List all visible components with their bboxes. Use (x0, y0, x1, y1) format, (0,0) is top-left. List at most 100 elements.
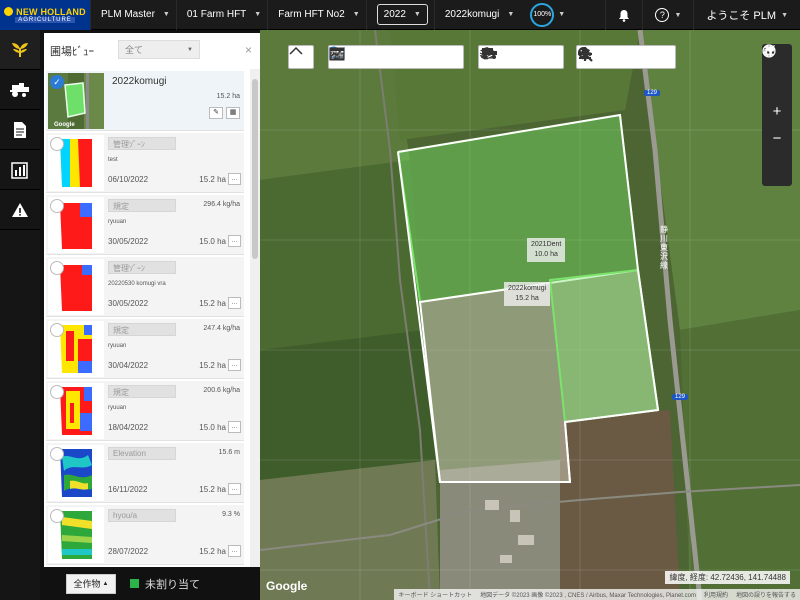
zoom-dropdown[interactable]: 100% ▼ (530, 2, 566, 27)
user-label: ようこそ PLM (706, 10, 777, 22)
field-label-2022komugi[interactable]: 2022komugi 15.2 ha (504, 282, 551, 306)
crop-dropdown[interactable]: 2022komugi ▼ (433, 0, 520, 30)
list-item[interactable]: 規定 296.4 kg/ha ryuuan 30/05/2022 15.0 ha… (46, 195, 244, 255)
list-item[interactable]: ✓ Google 2022komugi 15.2 ha ✎ ▦ (46, 71, 244, 131)
item-elevation: 15.6 m (218, 449, 240, 456)
report-error-link[interactable]: 地図の誤りを報告する (736, 590, 796, 599)
organization-dropdown[interactable]: PLM Master ▼ (90, 0, 176, 30)
google-logo: Google (266, 579, 308, 593)
item-date: 28/07/2022 (108, 547, 149, 556)
settings-gear-icon[interactable] (579, 46, 625, 68)
item-sub: test (108, 157, 118, 163)
machine-icon[interactable] (482, 46, 551, 68)
checkbox-icon[interactable] (50, 323, 64, 337)
more-button[interactable]: ... (228, 235, 241, 247)
list-item[interactable]: 管理ｿﾞｰﾝ test 06/10/2022 15.2 ha ... (46, 133, 244, 193)
item-name: 規定 (108, 385, 176, 398)
satellite-map[interactable]: 15 + − 2021Dent 10.0 ha 2022komugi 15.2 ha… (260, 30, 800, 600)
route-badge: 129 (644, 90, 661, 96)
brand-name: NEW HOLLAND (16, 6, 86, 17)
crop-icon (12, 42, 28, 57)
warning-icon (12, 202, 28, 217)
line-chart-icon[interactable] (329, 46, 401, 68)
zoom-out-icon[interactable]: − (762, 125, 792, 152)
caret-down-icon: ▼ (254, 11, 262, 18)
item-sub: 20220530 komugi vra (108, 281, 166, 287)
item-date: 30/05/2022 (108, 237, 149, 246)
tools-toolbar (576, 45, 676, 69)
item-area: 15.2 ha (199, 361, 226, 370)
list-item[interactable]: 管理ｿﾞｰﾝ 20220530 komugi vra 30/05/2022 15… (46, 257, 244, 317)
edit-icon[interactable]: ✎ (209, 107, 223, 119)
checkbox-icon[interactable] (50, 199, 64, 213)
list-item[interactable]: 規定 247.4 kg/ha ryuuan 30/04/2022 15.2 ha… (46, 319, 244, 379)
checkbox-icon[interactable] (50, 447, 64, 461)
item-name: Elevation (108, 447, 176, 460)
add-icon[interactable] (578, 46, 649, 68)
layer-toolbar (478, 45, 564, 69)
more-button[interactable]: ... (228, 545, 241, 557)
user-menu[interactable]: ようこそ PLM ▼ (693, 0, 800, 30)
calendar-icon[interactable]: 15 (329, 46, 449, 68)
rail-crop-button[interactable] (0, 30, 40, 70)
checkbox-icon[interactable] (50, 261, 64, 275)
scrollbar-thumb[interactable] (252, 79, 258, 259)
item-date: 18/04/2022 (108, 423, 149, 432)
more-button[interactable]: ... (228, 173, 241, 185)
terms-link[interactable]: 利用規約 (704, 590, 728, 599)
more-button[interactable]: ... (228, 297, 241, 309)
caret-down-icon: ▼ (558, 11, 566, 18)
chevron-up-icon[interactable] (289, 46, 313, 68)
zoom-level: 100% (530, 2, 555, 27)
grid-icon[interactable]: ▦ (226, 107, 240, 119)
item-date: 16/11/2022 (108, 485, 148, 494)
report-icon (11, 161, 28, 179)
panel-scrollbar[interactable] (250, 69, 260, 567)
item-area: 15.2 ha (216, 93, 240, 100)
new-holland-logo[interactable]: NEW HOLLAND AGRICULTURE (0, 0, 90, 30)
list-item[interactable]: Elevation 15.6 m 16/11/2022 15.2 ha ... (46, 443, 244, 503)
refresh-icon[interactable] (762, 46, 792, 98)
caret-down-icon: ▼ (352, 11, 360, 18)
layers-icon[interactable] (479, 46, 527, 68)
panel-title: 圃場ﾋﾞｭｰ (50, 46, 94, 58)
list-item[interactable]: hyou/a 9.3 % 28/07/2022 15.2 ha ... (46, 505, 244, 565)
more-button[interactable]: ... (228, 359, 241, 371)
map-data-credit: 地図データ ©2023 画像 ©2023 , CNES / Airbus, Ma… (480, 593, 696, 599)
caret-down-icon: ▼ (674, 11, 682, 19)
zoom-in-icon[interactable]: + (762, 98, 792, 125)
close-icon[interactable]: × (245, 43, 252, 57)
bar-chart-icon[interactable] (330, 46, 377, 68)
all-crops-button[interactable]: 全作物 ▲ (66, 573, 116, 594)
checkbox-icon[interactable] (50, 509, 64, 523)
item-name: 2022komugi (112, 76, 167, 87)
layer-filter-select[interactable]: 全て ▼ (118, 40, 200, 59)
item-area: 15.2 ha (199, 547, 226, 556)
keyboard-shortcuts-link[interactable]: キーボード ショートカット (398, 590, 472, 599)
help-icon: ? (655, 8, 670, 22)
notification-button[interactable] (605, 0, 642, 30)
rail-document-button[interactable] (0, 110, 40, 150)
checkbox-icon[interactable] (50, 137, 64, 151)
search-icon[interactable] (578, 46, 673, 68)
rail-warning-button[interactable] (0, 190, 40, 230)
road-label: 静川東沢線 (660, 225, 668, 270)
help-button[interactable]: ? ▼ (642, 0, 693, 30)
more-button[interactable]: ... (228, 421, 241, 433)
item-rate: 247.4 kg/ha (203, 325, 240, 332)
list-icon[interactable] (330, 46, 425, 68)
item-name: hyou/a (108, 509, 176, 522)
globe-icon[interactable] (762, 44, 792, 179)
farm-dropdown[interactable]: 01 Farm HFT ▼ (175, 0, 267, 30)
field-label-2021dent[interactable]: 2021Dent 10.0 ha (527, 238, 566, 262)
more-button[interactable]: ... (228, 483, 241, 495)
rail-report-button[interactable] (0, 150, 40, 190)
list-item[interactable]: 規定 200.6 kg/ha ryuuan 18/04/2022 15.0 ha… (46, 381, 244, 441)
rail-harvester-button[interactable] (0, 70, 40, 110)
checkbox-checked-icon[interactable]: ✓ (50, 75, 64, 89)
year-dropdown[interactable]: 2022 ▼ (365, 0, 434, 30)
legend-swatch (130, 579, 139, 588)
checkbox-icon[interactable] (50, 385, 64, 399)
collapse-toolbar[interactable] (288, 45, 314, 69)
field-dropdown[interactable]: Farm HFT No2 ▼ (267, 0, 365, 30)
